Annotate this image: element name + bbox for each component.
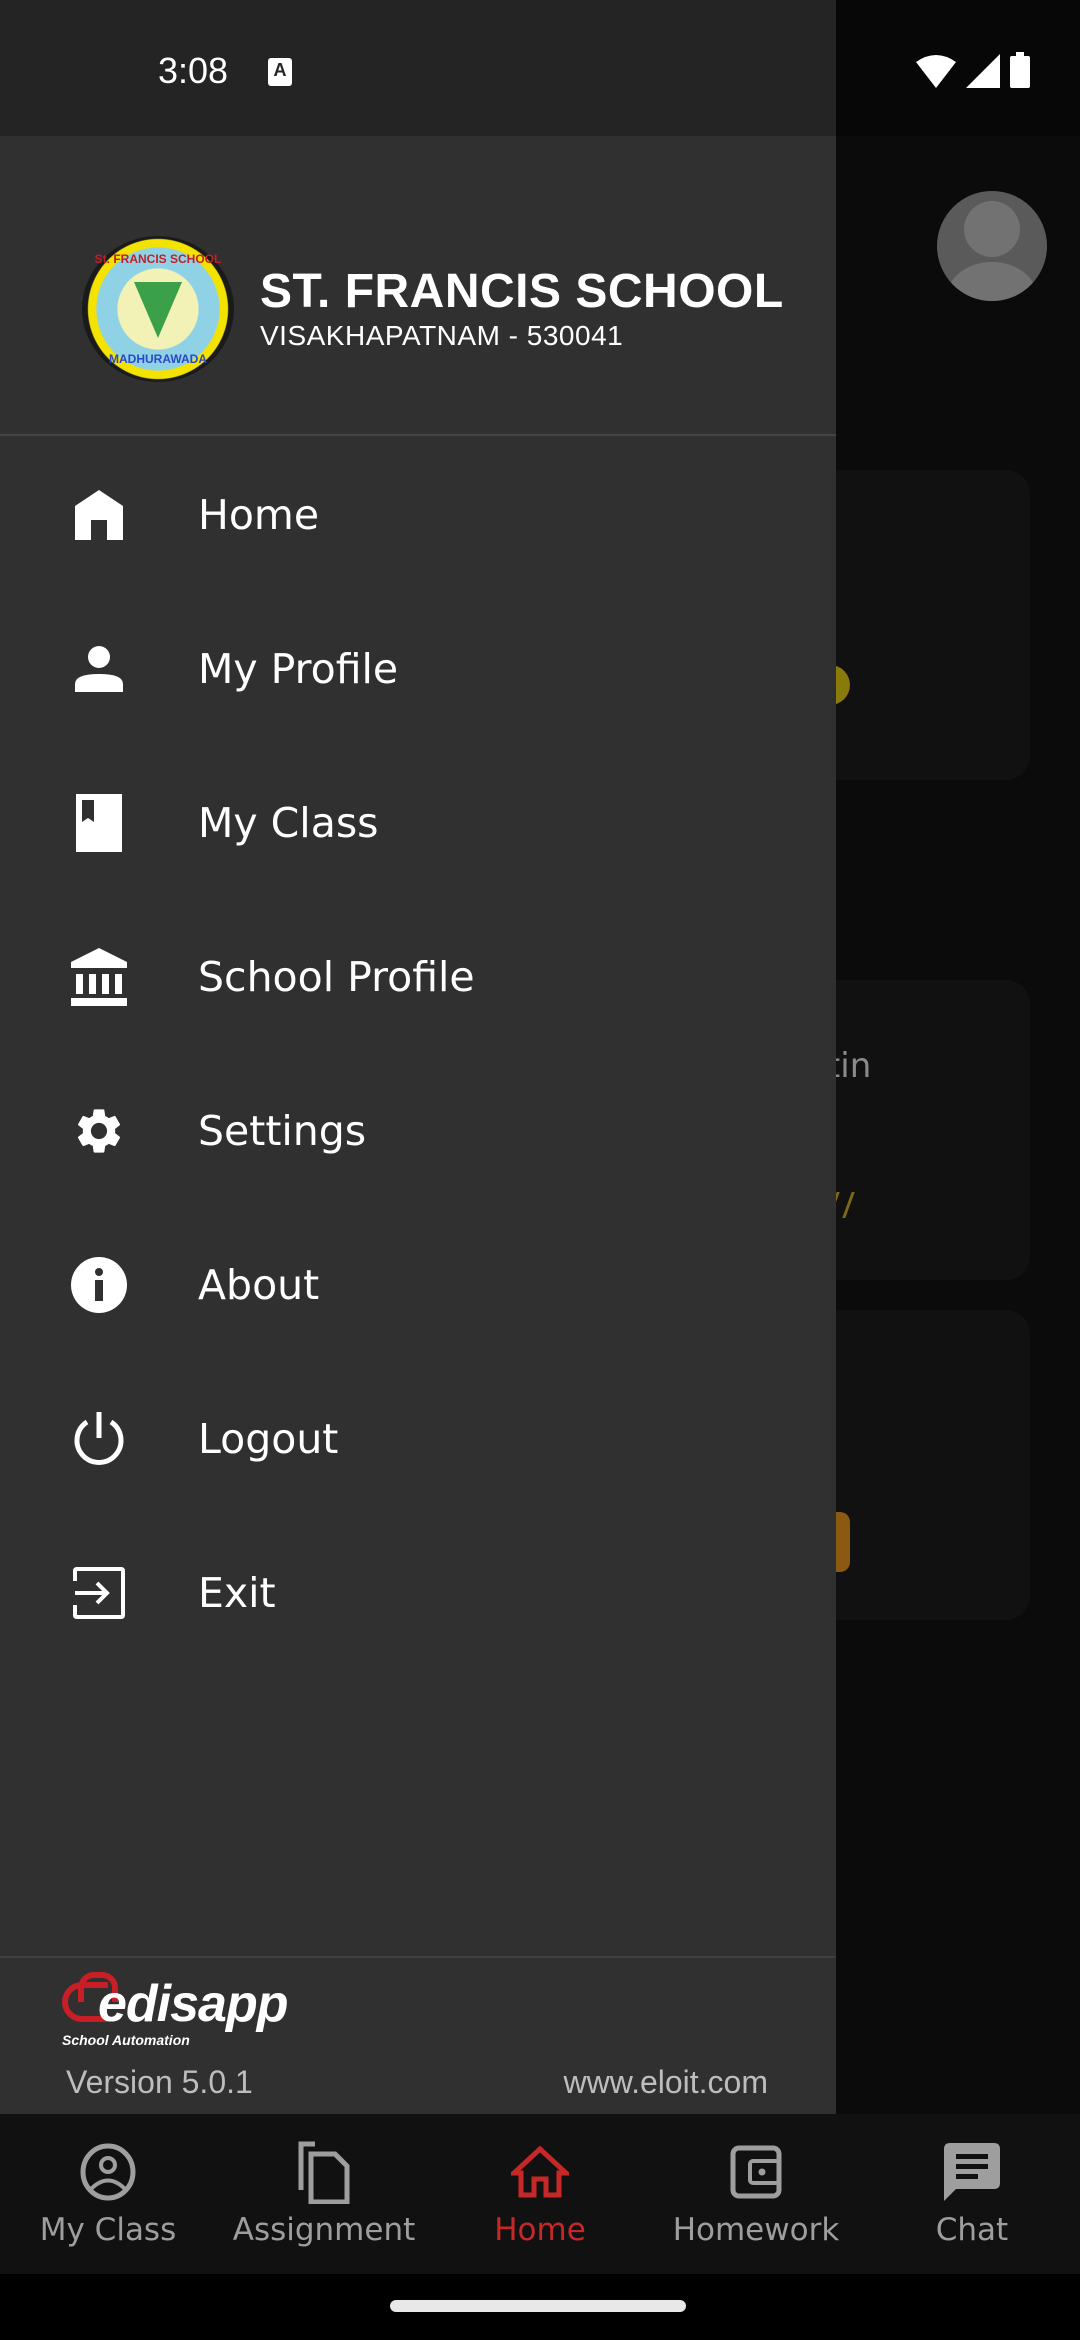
tab-label: Assignment (232, 2212, 416, 2248)
avatar-head-shape (964, 201, 1020, 257)
drawer-item-label: Exit (198, 1569, 276, 1617)
system-gesture-area (0, 2274, 1080, 2340)
drawer-item-settings[interactable]: Settings (0, 1054, 836, 1208)
tab-homework[interactable]: Homework (648, 2114, 864, 2274)
drawer-item-logout[interactable]: Logout (0, 1362, 836, 1516)
status-bar: 3:08 A (0, 0, 1080, 136)
drawer-item-label: Logout (198, 1415, 339, 1463)
drawer-footer: edisapp School Automation Version 5.0.1 … (0, 1956, 836, 2114)
account-circle-icon (80, 2140, 136, 2204)
drawer-menu: Home My Profile My Class School Profile … (0, 438, 836, 1670)
home-gesture-handle[interactable] (390, 2300, 686, 2312)
battery-icon (1010, 52, 1030, 88)
person-icon (70, 640, 128, 698)
a-text-icon: A (268, 58, 292, 86)
tab-label: My Class (39, 2212, 177, 2248)
bookmark-book-icon (70, 794, 128, 852)
exit-icon (70, 1564, 128, 1622)
navigation-drawer: St. FRANCIS SCHOOL MADHURAWADA ST. FRANC… (0, 136, 836, 2114)
wallet-icon (730, 2140, 782, 2204)
drawer-item-label: My Profile (198, 645, 399, 693)
wifi-icon (916, 55, 956, 88)
tab-label: Chat (935, 2212, 1009, 2248)
drawer-item-label: My Class (198, 799, 379, 847)
tab-label: Home (494, 2212, 586, 2248)
drawer-item-label: School Profile (198, 953, 475, 1001)
tab-assignment[interactable]: Assignment (216, 2114, 432, 2274)
school-address: VISAKHAPATNAM - 530041 (260, 320, 624, 351)
chat-icon (944, 2140, 1000, 2204)
drawer-item-label: About (198, 1261, 320, 1309)
gear-icon (70, 1102, 128, 1160)
info-icon (70, 1256, 128, 1314)
drawer-item-about[interactable]: About (0, 1208, 836, 1362)
website-link[interactable]: www.eloit.com (564, 2064, 769, 2101)
status-icons (916, 52, 1030, 88)
bottom-navigation: My Class Assignment Home Homework Chat (0, 2114, 1080, 2274)
logo-crest (134, 282, 182, 338)
drawer-item-my-profile[interactable]: My Profile (0, 592, 836, 746)
edisapp-logo: edisapp School Automation (62, 1972, 302, 2048)
drawer-item-my-class[interactable]: My Class (0, 746, 836, 900)
drawer-item-label: Settings (198, 1107, 367, 1155)
home-outline-icon (511, 2140, 569, 2204)
school-name: ST. FRANCIS SCHOOL (260, 265, 784, 318)
copy-document-icon (297, 2140, 351, 2204)
logo-ring-text-bottom: MADHURAWADA (109, 352, 207, 366)
drawer-item-exit[interactable]: Exit (0, 1516, 836, 1670)
status-bar-drawer-overlay (0, 0, 836, 136)
cellular-signal-icon (966, 54, 1000, 88)
drawer-item-label: Home (198, 491, 320, 539)
tab-my-class[interactable]: My Class (0, 2114, 216, 2274)
avatar-body-shape (947, 262, 1037, 301)
tab-chat[interactable]: Chat (864, 2114, 1080, 2274)
status-time: 3:08 (158, 50, 229, 91)
home-icon (70, 486, 128, 544)
drawer-header: St. FRANCIS SCHOOL MADHURAWADA ST. FRANC… (0, 136, 836, 436)
drawer-item-home[interactable]: Home (0, 438, 836, 592)
drawer-item-school-profile[interactable]: School Profile (0, 900, 836, 1054)
tab-home[interactable]: Home (432, 2114, 648, 2274)
brand-tagline: School Automation (62, 2032, 190, 2048)
logo-ring-text-top: St. FRANCIS SCHOOL (94, 252, 222, 266)
profile-avatar[interactable] (937, 191, 1047, 301)
institution-icon (70, 948, 128, 1006)
tab-label: Homework (672, 2212, 840, 2248)
power-icon (70, 1410, 128, 1468)
brand-name: edisapp (98, 1975, 288, 2033)
school-logo: St. FRANCIS SCHOOL MADHURAWADA (82, 236, 234, 382)
app-version: Version 5.0.1 (66, 2064, 253, 2100)
